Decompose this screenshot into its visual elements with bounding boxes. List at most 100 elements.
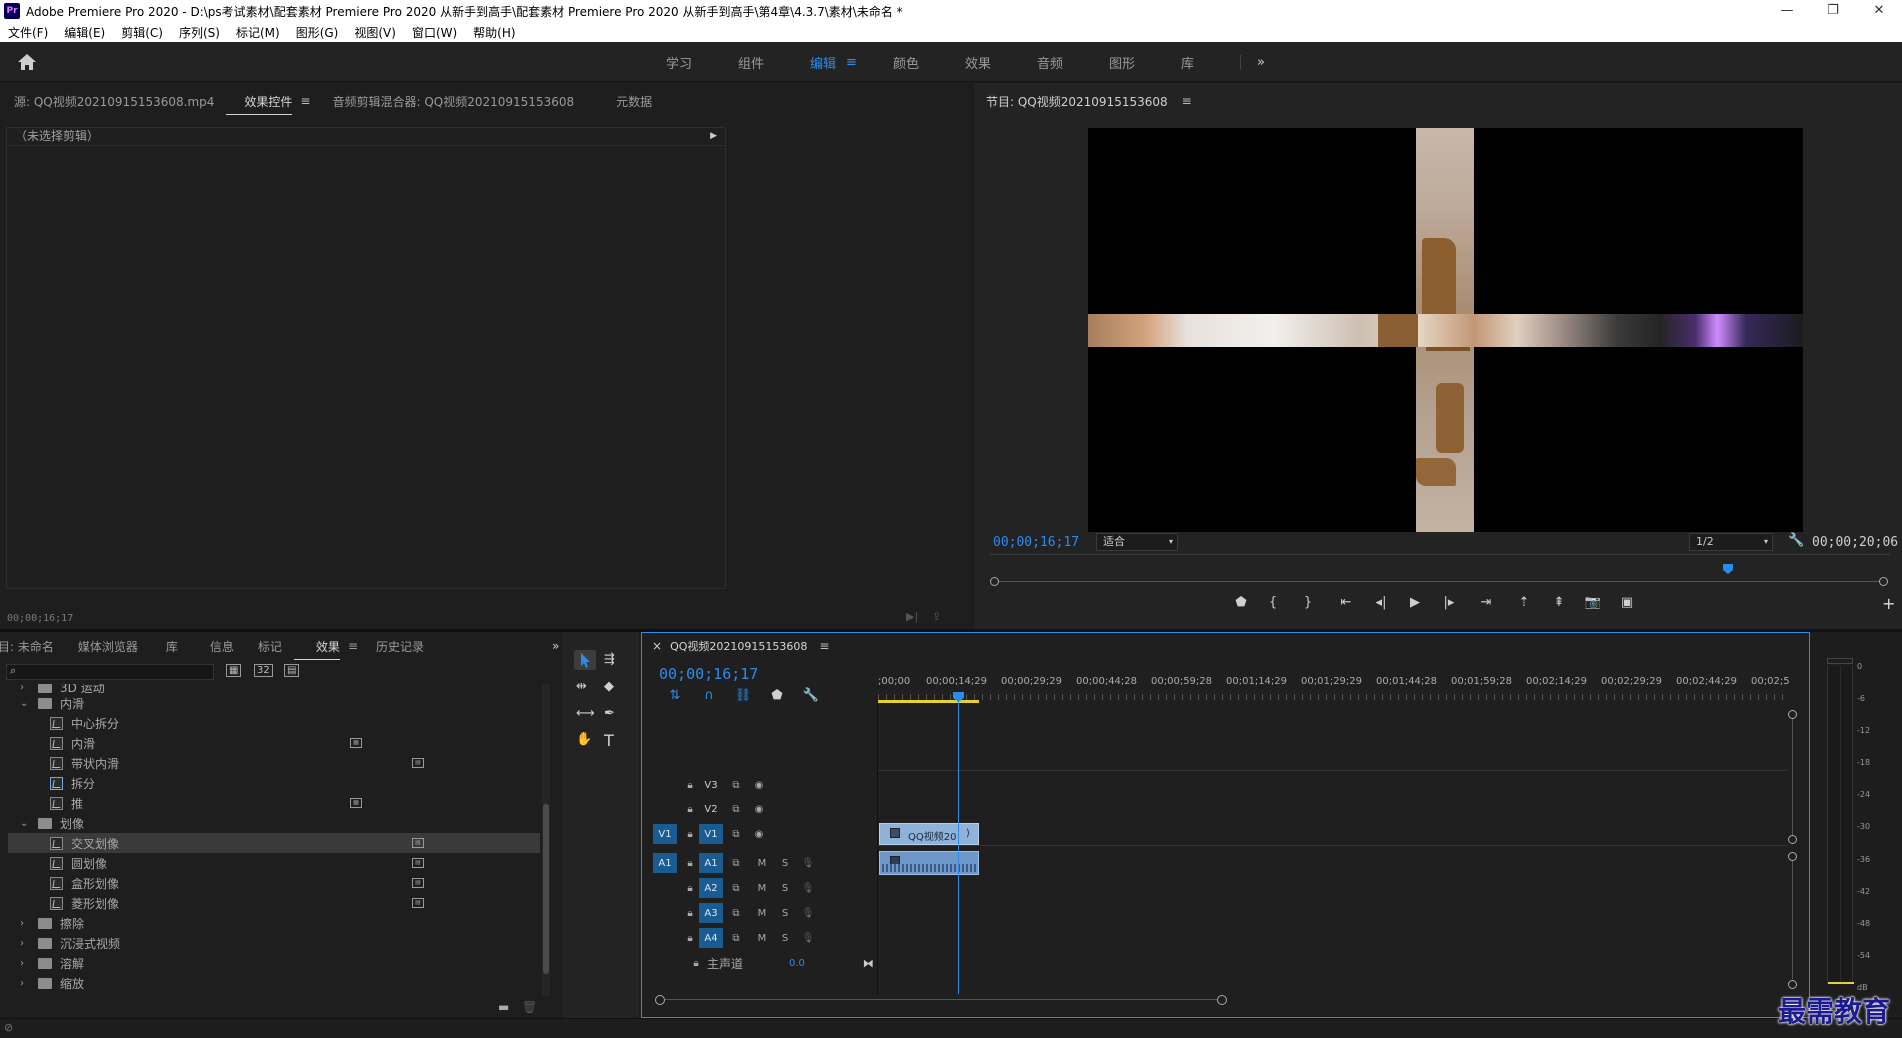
lock-icon[interactable]: 🔒︎ xyxy=(681,883,699,894)
master-volume-value[interactable]: 0.0 xyxy=(789,958,805,969)
add-marker-icon[interactable]: ⬟ xyxy=(760,688,794,703)
extract-icon[interactable]: ⇞ xyxy=(1542,595,1576,610)
sync-lock-icon[interactable]: ⧉ xyxy=(723,780,749,791)
workspace-menu-icon[interactable]: ≡ xyxy=(846,55,857,70)
snap-magnet-icon[interactable]: ∩ xyxy=(692,688,726,703)
eye-icon[interactable]: ◉ xyxy=(749,829,769,840)
ripple-edit-tool-icon[interactable]: ⇹ xyxy=(576,679,587,694)
tree-effect-band-slide[interactable]: 带状内滑 ▤ xyxy=(0,753,546,773)
source-patch-a3[interactable] xyxy=(653,903,677,923)
timeline-playhead-timecode[interactable]: 00;00;16;17 xyxy=(659,665,758,683)
tree-folder-immersive[interactable]: › 沉浸式视频 xyxy=(0,933,546,953)
mark-out-icon[interactable]: } xyxy=(1288,595,1328,610)
tab-effects-menu[interactable]: ≡ xyxy=(340,639,370,653)
sync-lock-icon[interactable]: ⧉ xyxy=(723,858,749,869)
export-icon[interactable]: ⇪ xyxy=(932,610,941,623)
workspace-tab-color[interactable]: 颜色 xyxy=(893,53,919,72)
mute-button[interactable]: M xyxy=(749,933,775,944)
lock-icon[interactable]: 🔒︎ xyxy=(681,858,699,869)
hand-tool-icon[interactable]: ✋ xyxy=(576,732,592,747)
add-marker-icon[interactable]: ⬟ xyxy=(1224,595,1258,610)
lock-icon[interactable]: 🔒︎ xyxy=(687,958,705,969)
tree-effect-iris-round[interactable]: 圆划像 ▤ xyxy=(0,853,546,873)
fit-dropdown[interactable]: 适合 ▾ xyxy=(1096,533,1178,551)
menu-file[interactable]: 文件(F) xyxy=(0,24,56,41)
workspace-tab-editing[interactable]: 编辑 xyxy=(810,53,836,72)
workspace-tab-effects[interactable]: 效果 xyxy=(965,53,991,72)
mute-button[interactable]: M xyxy=(749,883,775,894)
add-button-icon[interactable]: + xyxy=(1882,594,1895,613)
step-forward-icon[interactable]: |▸ xyxy=(1432,595,1466,610)
solo-button[interactable]: S xyxy=(775,858,795,869)
menu-graphics[interactable]: 图形(G) xyxy=(288,24,347,41)
lock-icon[interactable]: 🔒︎ xyxy=(681,908,699,919)
workspace-tab-libraries[interactable]: 库 xyxy=(1181,53,1194,72)
yuv-effects-icon[interactable]: ▤ xyxy=(284,664,300,677)
source-patch-a2[interactable] xyxy=(653,878,677,898)
eye-icon[interactable]: ◉ xyxy=(749,780,769,791)
menu-markers[interactable]: 标记(M) xyxy=(228,24,288,41)
track-select-tool-icon[interactable]: ⇶ xyxy=(604,652,615,667)
go-to-in-icon[interactable]: ⇤ xyxy=(1328,595,1364,610)
track-label-v2[interactable]: V2 xyxy=(699,799,723,819)
tab-audio-clip-mixer[interactable]: 音频剪辑混合器: QQ视频20210915153608 xyxy=(322,93,586,110)
minimize-button[interactable]: — xyxy=(1764,0,1810,22)
tree-folder-dissolve[interactable]: › 溶解 xyxy=(0,953,546,973)
in-out-range-bar[interactable] xyxy=(878,700,979,703)
sequence-tab[interactable]: QQ视频20210915153608 xyxy=(670,638,807,654)
eye-icon[interactable]: ◉ xyxy=(749,804,769,815)
timeline-hscroll[interactable] xyxy=(655,995,1227,1005)
source-patch-v3[interactable] xyxy=(653,775,677,795)
menu-clip[interactable]: 剪辑(C) xyxy=(113,24,171,41)
tab-effect-controls[interactable]: 效果控件 xyxy=(226,93,293,115)
lock-icon[interactable]: 🔒︎ xyxy=(681,829,699,840)
timeline-settings-wrench-icon[interactable]: 🔧 xyxy=(794,688,828,703)
microphone-icon[interactable]: 🎙︎ xyxy=(795,858,821,869)
menu-edit[interactable]: 编辑(E) xyxy=(56,24,113,41)
resolution-dropdown[interactable]: 1/2 ▾ xyxy=(1689,533,1773,551)
sync-lock-icon[interactable]: ⧉ xyxy=(723,933,749,944)
track-label-a3[interactable]: A3 xyxy=(699,903,723,923)
workspace-tab-graphics[interactable]: 图形 xyxy=(1109,53,1135,72)
mute-button[interactable]: M xyxy=(749,858,775,869)
tree-folder-zoom[interactable]: › 缩放 xyxy=(0,973,546,993)
menu-view[interactable]: 视图(V) xyxy=(346,24,404,41)
solo-button[interactable]: S xyxy=(775,883,795,894)
tree-folder-slide[interactable]: ⌄ 内滑 xyxy=(0,693,546,713)
accelerated-effects-icon[interactable]: ▦ xyxy=(226,664,242,677)
close-window-button[interactable]: ✕ xyxy=(1856,0,1902,22)
workspace-tab-audio[interactable]: 音频 xyxy=(1037,53,1063,72)
tree-effect-center-split[interactable]: 中心拆分 xyxy=(0,713,546,733)
solo-button[interactable]: S xyxy=(775,933,795,944)
timeline-audio-vscroll-top[interactable] xyxy=(1788,852,1797,861)
menu-sequence[interactable]: 序列(S) xyxy=(171,24,228,41)
tab-info[interactable]: 信息 xyxy=(190,638,246,655)
tree-effect-split[interactable]: 拆分 xyxy=(0,773,546,793)
timeline-vscroll-top[interactable] xyxy=(1788,710,1797,719)
lift-icon[interactable]: ⇡ xyxy=(1506,595,1542,610)
source-patch-v2[interactable] xyxy=(653,799,677,819)
sync-lock-icon[interactable]: ⧉ xyxy=(723,908,749,919)
sync-lock-icon[interactable]: ⧉ xyxy=(723,829,749,840)
track-label-v3[interactable]: V3 xyxy=(699,775,723,795)
video-clip[interactable]: QQ视频20 ⟩ xyxy=(879,823,979,845)
tab-history[interactable]: 历史记录 xyxy=(370,638,436,655)
filter-icon[interactable]: ▶| xyxy=(906,610,918,623)
mute-button[interactable]: M xyxy=(749,908,775,919)
delete-icon[interactable]: 🗑 xyxy=(522,1000,537,1014)
source-patch-a1[interactable]: A1 xyxy=(653,853,677,873)
tree-effect-iris-diamond[interactable]: 菱形划像 ▤ xyxy=(0,893,546,913)
comparison-view-icon[interactable]: ▣ xyxy=(1610,595,1644,610)
selection-tool-button[interactable] xyxy=(574,650,596,670)
track-label-v1[interactable]: V1 xyxy=(699,824,723,844)
workspace-more-button[interactable]: » xyxy=(1240,54,1265,70)
program-monitor-title[interactable]: 节目: QQ视频20210915153608 xyxy=(986,93,1168,110)
tree-effect-push[interactable]: 推 ▦ xyxy=(0,793,546,813)
mark-in-icon[interactable]: { xyxy=(1258,595,1288,610)
settings-wrench-icon[interactable]: 🔧 xyxy=(1788,533,1804,548)
tree-folder-wipe[interactable]: › 擦除 xyxy=(0,913,546,933)
nest-toggle-icon[interactable]: ⇅ xyxy=(658,688,692,703)
effects-scrollbar[interactable] xyxy=(542,684,550,996)
tab-effect-controls-menu[interactable]: ≡ xyxy=(292,94,322,108)
workspace-tab-assembly[interactable]: 组件 xyxy=(738,53,764,72)
